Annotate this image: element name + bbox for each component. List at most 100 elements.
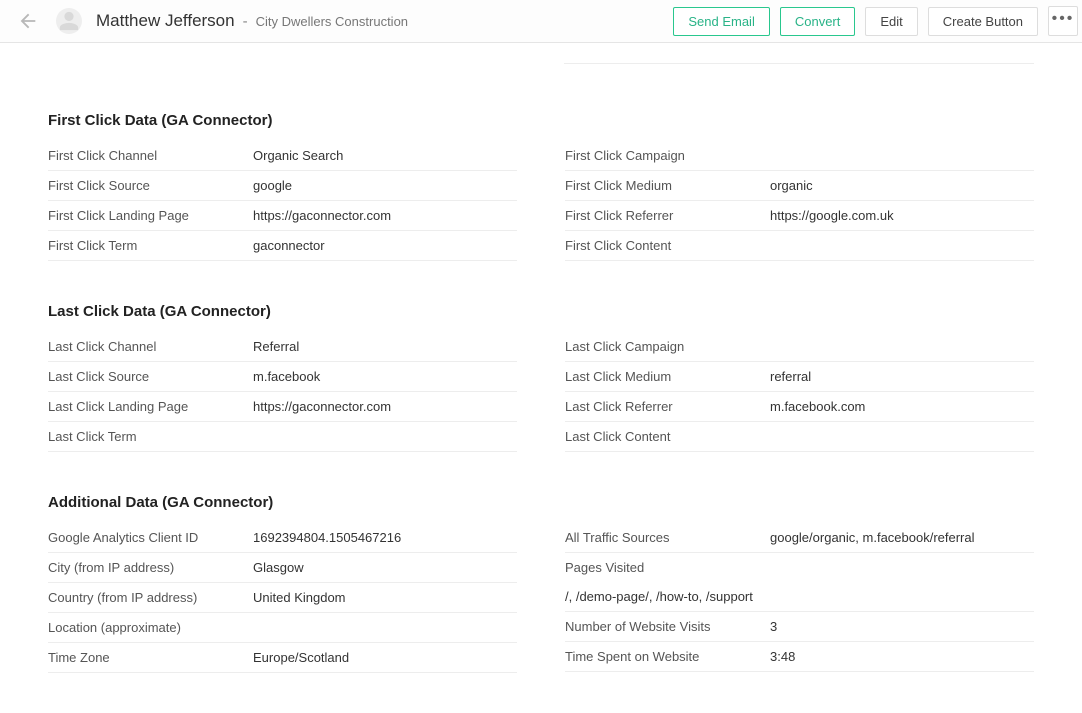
convert-button[interactable]: Convert — [780, 7, 856, 36]
label: Time Spent on Website — [565, 649, 770, 664]
header-left: Matthew Jefferson - City Dwellers Constr… — [14, 7, 408, 35]
label: Last Click Referrer — [565, 399, 770, 414]
field-last-click-campaign[interactable]: Last Click Campaign — [565, 332, 1034, 362]
value: https://google.com.uk — [770, 208, 894, 223]
title-separator: - — [243, 13, 248, 30]
label: Last Click Term — [48, 429, 253, 444]
last-click-left-col: Last Click Channel Referral Last Click S… — [48, 332, 517, 452]
value: m.facebook — [253, 369, 320, 384]
label: Last Click Landing Page — [48, 399, 253, 414]
section-title-additional: Additional Data (GA Connector) — [48, 494, 1034, 511]
label: Google Analytics Client ID — [48, 530, 253, 545]
value: Europe/Scotland — [253, 650, 349, 665]
record-header: Matthew Jefferson - City Dwellers Constr… — [0, 0, 1082, 43]
field-ga-client-id[interactable]: Google Analytics Client ID 1692394804.15… — [48, 523, 517, 553]
header-actions: Send Email Convert Edit Create Button ••… — [673, 6, 1080, 36]
value: https://gaconnector.com — [253, 399, 391, 414]
label: Number of Website Visits — [565, 619, 770, 634]
label: Last Click Source — [48, 369, 253, 384]
field-traffic-sources[interactable]: All Traffic Sources google/organic, m.fa… — [565, 523, 1034, 553]
title-block: Matthew Jefferson - City Dwellers Constr… — [96, 11, 408, 31]
label: First Click Content — [565, 238, 770, 253]
label: City (from IP address) — [48, 560, 253, 575]
field-last-click-medium[interactable]: Last Click Medium referral — [565, 362, 1034, 392]
ellipsis-icon: ••• — [1052, 10, 1075, 28]
first-click-columns: First Click Channel Organic Search First… — [48, 141, 1034, 261]
label: First Click Referrer — [565, 208, 770, 223]
field-first-click-medium[interactable]: First Click Medium organic — [565, 171, 1034, 201]
field-first-click-channel[interactable]: First Click Channel Organic Search — [48, 141, 517, 171]
section-title-first-click: First Click Data (GA Connector) — [48, 112, 1034, 129]
send-email-button[interactable]: Send Email — [673, 7, 769, 36]
field-last-click-source[interactable]: Last Click Source m.facebook — [48, 362, 517, 392]
field-last-click-channel[interactable]: Last Click Channel Referral — [48, 332, 517, 362]
field-country[interactable]: Country (from IP address) United Kingdom — [48, 583, 517, 613]
label: All Traffic Sources — [565, 530, 770, 545]
label: First Click Landing Page — [48, 208, 253, 223]
label: Last Click Campaign — [565, 339, 770, 354]
value: 3:48 — [770, 649, 795, 664]
field-last-click-landing[interactable]: Last Click Landing Page https://gaconnec… — [48, 392, 517, 422]
value: gaconnector — [253, 238, 325, 253]
company-name: City Dwellers Construction — [256, 14, 408, 29]
field-first-click-landing[interactable]: First Click Landing Page https://gaconne… — [48, 201, 517, 231]
value: google — [253, 178, 292, 193]
edit-button[interactable]: Edit — [865, 7, 917, 36]
value: 3 — [770, 619, 777, 634]
last-click-columns: Last Click Channel Referral Last Click S… — [48, 332, 1034, 452]
field-first-click-term[interactable]: First Click Term gaconnector — [48, 231, 517, 261]
label: Last Click Content — [565, 429, 770, 444]
person-icon — [58, 10, 80, 32]
section-title-last-click: Last Click Data (GA Connector) — [48, 303, 1034, 320]
create-button[interactable]: Create Button — [928, 7, 1038, 36]
field-last-click-term[interactable]: Last Click Term — [48, 422, 517, 452]
label: Last Click Medium — [565, 369, 770, 384]
additional-left-col: Google Analytics Client ID 1692394804.15… — [48, 523, 517, 673]
label: Time Zone — [48, 650, 253, 665]
value: Referral — [253, 339, 299, 354]
field-time-spent[interactable]: Time Spent on Website 3:48 — [565, 642, 1034, 672]
avatar — [56, 8, 82, 34]
label: Country (from IP address) — [48, 590, 253, 605]
label: First Click Source — [48, 178, 253, 193]
field-first-click-referrer[interactable]: First Click Referrer https://google.com.… — [565, 201, 1034, 231]
field-last-click-content[interactable]: Last Click Content — [565, 422, 1034, 452]
field-first-click-content[interactable]: First Click Content — [565, 231, 1034, 261]
more-actions-button[interactable]: ••• — [1048, 6, 1078, 36]
label: Last Click Channel — [48, 339, 253, 354]
label: Pages Visited — [565, 560, 1034, 575]
value: m.facebook.com — [770, 399, 865, 414]
first-click-right-col: First Click Campaign First Click Medium … — [565, 141, 1034, 261]
last-click-right-col: Last Click Campaign Last Click Medium re… — [565, 332, 1034, 452]
label: First Click Campaign — [565, 148, 770, 163]
additional-right-col: All Traffic Sources google/organic, m.fa… — [565, 523, 1034, 673]
field-last-click-referrer[interactable]: Last Click Referrer m.facebook.com — [565, 392, 1034, 422]
field-time-zone[interactable]: Time Zone Europe/Scotland — [48, 643, 517, 673]
label: Location (approximate) — [48, 620, 253, 635]
label: First Click Channel — [48, 148, 253, 163]
value: United Kingdom — [253, 590, 346, 605]
field-first-click-campaign[interactable]: First Click Campaign — [565, 141, 1034, 171]
label: First Click Medium — [565, 178, 770, 193]
value: google/organic, m.facebook/referral — [770, 530, 975, 545]
field-city[interactable]: City (from IP address) Glasgow — [48, 553, 517, 583]
value: Glasgow — [253, 560, 304, 575]
person-name: Matthew Jefferson — [96, 11, 235, 31]
field-first-click-source[interactable]: First Click Source google — [48, 171, 517, 201]
label: First Click Term — [48, 238, 253, 253]
field-pages-visited[interactable]: Pages Visited /, /demo-page/, /how-to, /… — [565, 553, 1034, 612]
first-click-left-col: First Click Channel Organic Search First… — [48, 141, 517, 261]
value: referral — [770, 369, 811, 384]
value: organic — [770, 178, 813, 193]
value: Organic Search — [253, 148, 343, 163]
additional-columns: Google Analytics Client ID 1692394804.15… — [48, 523, 1034, 673]
record-body: First Click Data (GA Connector) First Cl… — [0, 43, 1082, 713]
divider — [564, 63, 1034, 64]
value: 1692394804.1505467216 — [253, 530, 401, 545]
field-location[interactable]: Location (approximate) — [48, 613, 517, 643]
value: https://gaconnector.com — [253, 208, 391, 223]
arrow-left-icon — [17, 10, 39, 32]
value: /, /demo-page/, /how-to, /support — [565, 589, 1034, 604]
back-button[interactable] — [14, 7, 42, 35]
field-website-visits[interactable]: Number of Website Visits 3 — [565, 612, 1034, 642]
